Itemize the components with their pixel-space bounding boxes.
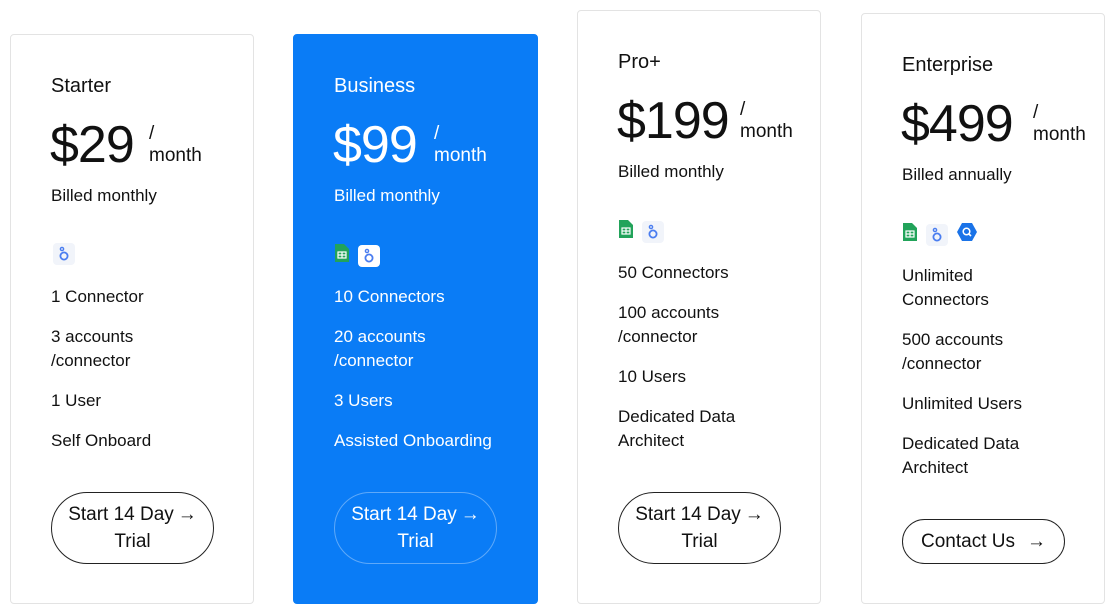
- feature-users: Unlimited Users: [902, 394, 1022, 413]
- start-trial-button[interactable]: Start 14 Day → Trial: [334, 492, 497, 564]
- plan-price: $199: [617, 92, 730, 150]
- google-sheets-icon: [902, 222, 918, 247]
- billing-cycle: Billed monthly: [334, 186, 440, 205]
- feature-users: 1 User: [51, 391, 102, 410]
- price-period: / month: [149, 123, 202, 167]
- feature-accounts: 100 accounts /connector: [618, 303, 720, 346]
- period-unit: month: [149, 145, 202, 166]
- feature-accounts: 500 accounts /connector: [902, 330, 1004, 373]
- plan-card-starter: Starter $29 /month Billed monthly 1 Conn…: [10, 34, 254, 604]
- billing-cycle: Billed annually: [902, 165, 1012, 184]
- period-slash: /: [1033, 102, 1039, 123]
- period-slash: /: [740, 99, 746, 120]
- period-slash: /: [434, 123, 440, 144]
- period-unit: month: [434, 145, 487, 166]
- looker-studio-icon: [926, 223, 948, 246]
- feature-accounts: 3 accounts /connector: [51, 327, 134, 370]
- plan-name: Enterprise: [902, 54, 994, 76]
- feature-connectors: Unlimited Connectors: [902, 266, 989, 309]
- price-period: / month: [740, 99, 793, 143]
- integration-icons: [334, 243, 380, 268]
- billing-cycle: Billed monthly: [618, 162, 724, 181]
- integration-icons: [902, 222, 978, 247]
- button-label-line2: Trial: [397, 531, 434, 552]
- looker-studio-icon: [53, 243, 75, 265]
- bigquery-icon: [956, 222, 978, 247]
- price-period: / month: [434, 123, 487, 167]
- contact-us-button[interactable]: Contact Us →: [902, 519, 1065, 564]
- feature-onboarding: Self Onboard: [51, 431, 152, 450]
- google-sheets-icon: [618, 219, 634, 244]
- feature-architect: Dedicated Data Architect: [618, 407, 736, 450]
- looker-studio-icon: [642, 220, 664, 243]
- plan-price: $29: [50, 116, 135, 174]
- feature-onboarding: Assisted Onboarding: [334, 431, 492, 450]
- feature-accounts: 20 accounts /connector: [334, 327, 426, 370]
- feature-connectors: 1 Connector: [51, 287, 144, 306]
- arrow-right-icon: →: [744, 504, 764, 525]
- plan-card-enterprise: Enterprise $499 /month Billed annually U…: [861, 13, 1105, 604]
- billing-cycle: Billed monthly: [51, 186, 157, 205]
- feature-connectors: 10 Connectors: [334, 287, 445, 306]
- period-unit: month: [1033, 124, 1086, 145]
- plan-name: Business: [334, 75, 416, 97]
- button-label: Start 14 Day: [635, 504, 741, 525]
- period-unit: month: [740, 121, 793, 142]
- feature-users: 10 Users: [618, 367, 687, 386]
- start-trial-button[interactable]: Start 14 Day → Trial: [51, 492, 214, 564]
- plan-card-pro-plus: Pro+ $199 /month Billed monthly 50 Conne…: [577, 10, 821, 604]
- start-trial-button[interactable]: Start 14 Day → Trial: [618, 492, 781, 564]
- feature-connectors: 50 Connectors: [618, 263, 729, 282]
- plan-price: $499: [901, 95, 1014, 153]
- integration-icons: [618, 219, 664, 244]
- plan-card-business: Business $99 /month Billed monthly 10 Co…: [293, 34, 538, 604]
- plan-price: $99: [333, 116, 418, 174]
- period-slash: /: [149, 123, 155, 144]
- feature-users: 3 Users: [334, 391, 393, 410]
- looker-studio-icon: [358, 244, 380, 267]
- arrow-right-icon: →: [1026, 531, 1046, 552]
- arrow-right-icon: →: [460, 504, 480, 525]
- button-label-line2: Trial: [681, 531, 718, 552]
- plan-name: Pro+: [618, 51, 661, 73]
- arrow-right-icon: →: [177, 504, 197, 525]
- feature-architect: Dedicated Data Architect: [902, 434, 1020, 477]
- button-label: Start 14 Day: [351, 504, 457, 525]
- button-label: Contact Us: [921, 531, 1015, 552]
- button-label: Start 14 Day: [68, 504, 174, 525]
- google-sheets-icon: [334, 243, 350, 268]
- integration-icons: [53, 243, 75, 265]
- price-period: / month: [1033, 102, 1086, 146]
- button-label-line2: Trial: [114, 531, 151, 552]
- plan-name: Starter: [51, 75, 112, 97]
